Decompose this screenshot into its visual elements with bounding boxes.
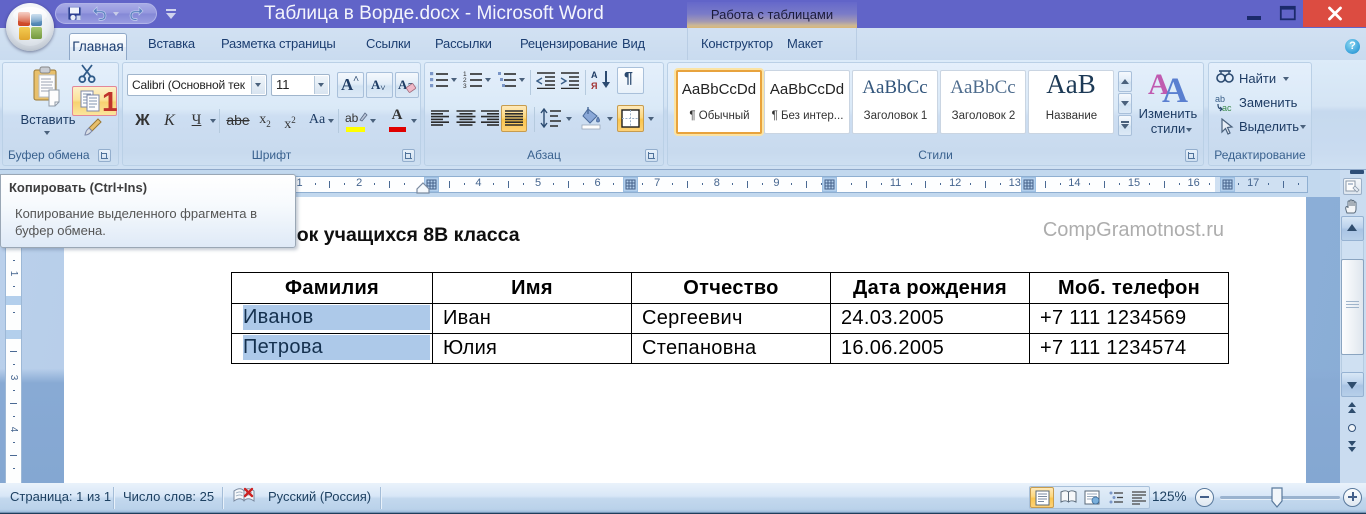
svg-text:ab: ab — [345, 111, 359, 125]
svg-text:A: A — [1162, 70, 1188, 104]
svg-text:Я: Я — [591, 81, 597, 91]
svg-text:А: А — [591, 70, 598, 80]
svg-text:ac: ac — [1222, 103, 1232, 112]
svg-text:3: 3 — [463, 83, 467, 89]
